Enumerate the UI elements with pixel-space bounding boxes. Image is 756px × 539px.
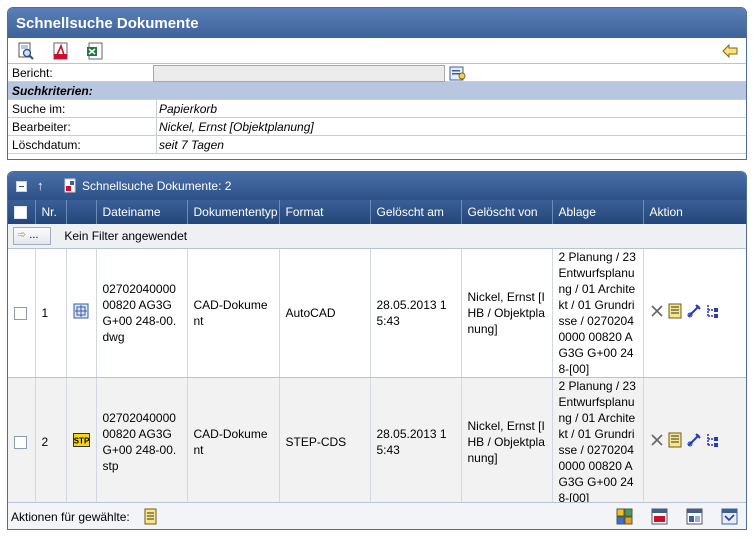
section-suchkriterien: Suchkriterien: — [8, 82, 746, 100]
select-all-cell — [8, 200, 36, 224]
report-select-icon[interactable] — [449, 65, 467, 82]
column-header-dateiname[interactable]: Dateiname — [96, 200, 188, 224]
stp-file-icon: STP — [72, 432, 90, 450]
cell-aktion — [643, 377, 746, 507]
table-row[interactable]: 2 STP 02702040000 00820 AG3G G+00 248-00… — [8, 377, 746, 507]
row-select-cell — [8, 248, 36, 378]
column-header-icon — [66, 200, 97, 224]
cell-file-icon: STP — [66, 377, 97, 507]
pdf-export-icon[interactable] — [52, 42, 70, 60]
properties-icon[interactable] — [667, 432, 683, 452]
results-title: Schnellsuche Dokumente: 2 — [82, 179, 232, 193]
filter-button-label: ... — [29, 228, 39, 241]
tree-structure-icon[interactable] — [705, 303, 721, 323]
document-icon — [64, 178, 77, 196]
bulk-actions-label: Aktionen für gewählte: — [11, 510, 130, 524]
table-row[interactable]: 1 02702040000 00820 AG3G G+00 248-00.dwg… — [8, 248, 746, 378]
filter-row: ➾ ... Kein Filter angewendet — [8, 224, 746, 249]
window-title: Schnellsuche Dokumente — [8, 8, 746, 38]
properties-icon[interactable] — [667, 303, 683, 323]
cell-ablage: 2 Planung / 23 Entwurfsplanung / 01 Arch… — [552, 377, 644, 507]
cell-dokumententyp: CAD-Dokument — [187, 377, 280, 507]
grid-layout-icon[interactable] — [616, 508, 633, 525]
delete-icon[interactable] — [650, 433, 664, 451]
cell-aktion — [643, 248, 746, 378]
cell-dokumententyp: CAD-Dokument — [187, 248, 280, 378]
results-table: Nr. Dateiname Dokumententyp Format Gelös… — [8, 200, 746, 507]
bulk-actions-bar: Aktionen für gewählte: — [8, 502, 746, 529]
cell-nr: 2 — [35, 377, 67, 507]
link-icon[interactable] — [686, 303, 702, 323]
row-select-cell — [8, 377, 36, 507]
criteria-label: Bearbeiter: — [12, 120, 71, 134]
bericht-input[interactable] — [153, 65, 445, 82]
export-pdf-report-icon[interactable] — [651, 508, 668, 525]
criteria-label: Suche im: — [12, 102, 66, 116]
column-header-geloescht-am[interactable]: Gelöscht am — [370, 200, 462, 224]
column-header-ablage[interactable]: Ablage — [552, 200, 644, 224]
arrow-left-icon[interactable] — [721, 42, 739, 60]
results-header: ↑ Schnellsuche Dokumente: 2 — [8, 172, 746, 200]
column-header-geloescht-von[interactable]: Gelöscht von — [461, 200, 553, 224]
export-table-icon[interactable] — [686, 508, 703, 525]
select-all-checkbox[interactable] — [14, 206, 27, 220]
svg-text:STP: STP — [73, 436, 89, 445]
results-panel: ↑ Schnellsuche Dokumente: 2 Nr. Dateinam… — [7, 171, 747, 530]
cell-format: STEP-CDS — [279, 377, 371, 507]
filter-cell: ➾ ... Kein Filter angewendet — [8, 224, 746, 249]
search-panel: Schnellsuche Dokumente Bericht: Suchkrit… — [7, 7, 747, 160]
toolbar — [8, 38, 746, 64]
criteria-value: Papierkorb — [156, 100, 746, 117]
cell-geloescht-von: Nickel, Ernst [IHB / Objektplanung] — [461, 248, 553, 378]
criteria-row: Suche im: Papierkorb — [8, 100, 746, 118]
bericht-row: Bericht: — [8, 64, 746, 82]
cell-nr: 1 — [35, 248, 67, 378]
dwg-file-icon — [73, 303, 89, 322]
column-header-aktion: Aktion — [643, 200, 746, 224]
bulk-properties-icon[interactable] — [142, 508, 159, 525]
filter-status-text: Kein Filter angewendet — [64, 228, 188, 243]
column-header-dokumententyp[interactable]: Dokumententyp — [187, 200, 280, 224]
cell-ablage: 2 Planung / 23 Entwurfsplanung / 01 Arch… — [552, 248, 644, 378]
cell-dateiname: 02702040000 00820 AG3G G+00 248-00.stp — [96, 377, 188, 507]
bericht-label: Bericht: — [12, 66, 53, 80]
export-report-icon[interactable] — [721, 508, 738, 525]
column-header-nr[interactable]: Nr. — [35, 200, 67, 224]
cell-dateiname: 02702040000 00820 AG3G G+00 248-00.dwg — [96, 248, 188, 378]
filter-arrow-icon: ➾ — [17, 228, 27, 241]
excel-export-icon[interactable] — [86, 42, 104, 60]
column-header-format[interactable]: Format — [279, 200, 371, 224]
row-checkbox[interactable] — [14, 306, 27, 320]
criteria-value: seit 7 Tagen — [156, 136, 746, 153]
cell-geloescht-am: 28.05.2013 15:43 — [370, 377, 462, 507]
arrow-up-icon[interactable]: ↑ — [37, 178, 44, 193]
search-document-icon[interactable] — [17, 42, 35, 60]
row-checkbox[interactable] — [14, 435, 27, 449]
collapse-icon[interactable] — [16, 181, 27, 192]
filter-button[interactable]: ➾ ... — [13, 226, 51, 245]
cell-format: AutoCAD — [279, 248, 371, 378]
link-icon[interactable] — [686, 432, 702, 452]
criteria-row: Löschdatum: seit 7 Tagen — [8, 136, 746, 154]
criteria-row: Bearbeiter: Nickel, Ernst [Objektplanung… — [8, 118, 746, 136]
criteria-value: Nickel, Ernst [Objektplanung] — [156, 118, 746, 135]
cell-geloescht-am: 28.05.2013 15:43 — [370, 248, 462, 378]
cell-geloescht-von: Nickel, Ernst [IHB / Objektplanung] — [461, 377, 553, 507]
criteria-label: Löschdatum: — [12, 138, 81, 152]
delete-icon[interactable] — [650, 304, 664, 322]
cell-file-icon — [66, 248, 97, 378]
table-header-row: Nr. Dateiname Dokumententyp Format Gelös… — [8, 200, 746, 224]
tree-structure-icon[interactable] — [705, 432, 721, 452]
